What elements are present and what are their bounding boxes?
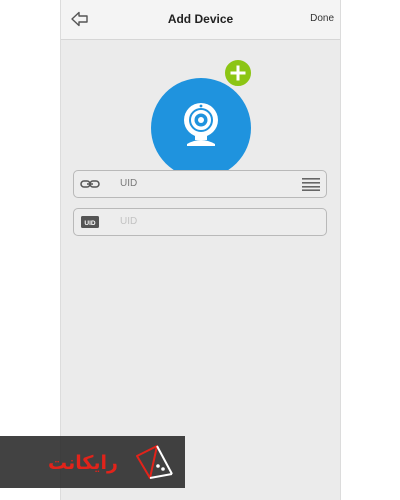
done-button[interactable]: Done [310,13,334,24]
phone-screen: Add Device Done UID UID UID [60,0,341,500]
uid-field[interactable]: UID [73,170,327,198]
uid-input[interactable]: UID UID [73,208,327,236]
link-icon [80,180,100,188]
uid-input-placeholder: UID [120,216,138,227]
uid-field-value: UID [120,178,138,189]
watermark-text: رایکانت [48,452,118,474]
uid-badge-icon: UID [81,216,99,228]
watermark-graphic: رایکانت [48,445,173,479]
menu-icon[interactable] [302,177,320,191]
camera-avatar [151,78,251,178]
logo-icon [136,445,173,479]
add-device-button[interactable] [223,58,253,88]
uid-badge-label: UID [84,220,96,227]
webcam-icon [184,103,218,146]
nav-bar: Add Device Done [61,0,340,40]
plus-icon [230,65,246,81]
page-title: Add Device [167,12,234,26]
watermark: رایکانت [0,436,185,488]
